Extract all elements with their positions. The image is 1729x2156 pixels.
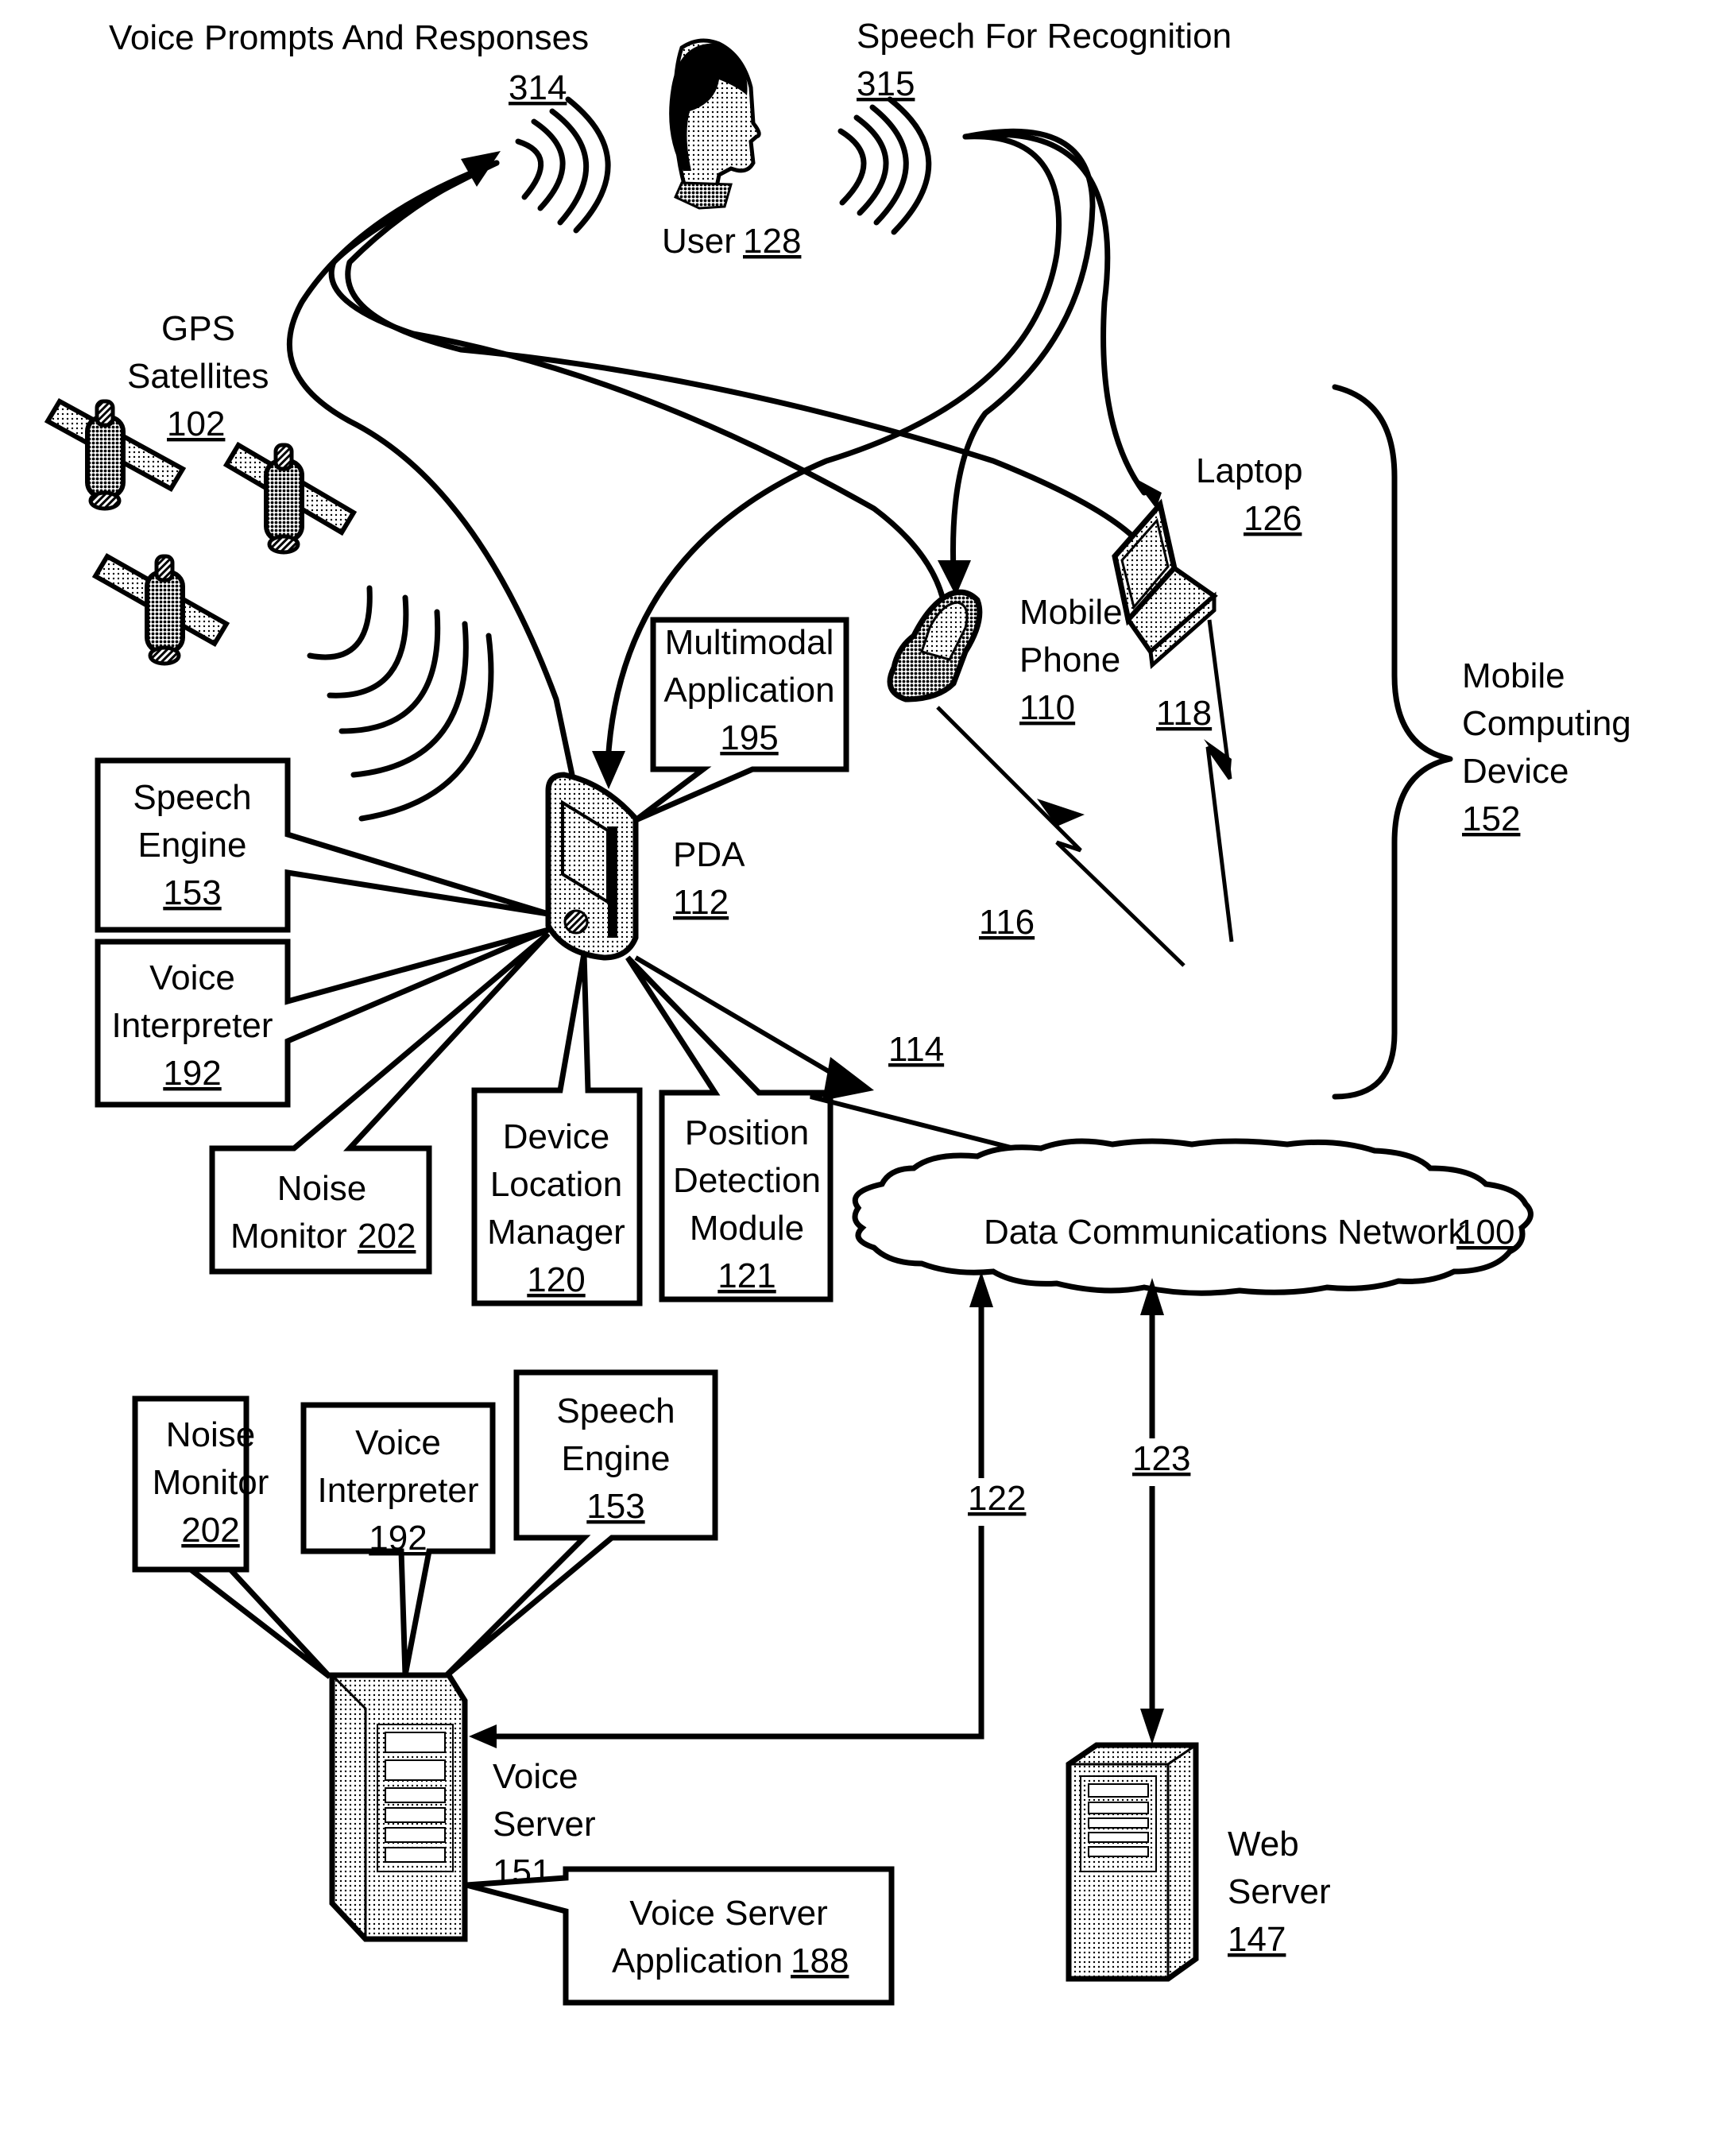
pda-voice-interpreter-callout: Voice Interpreter 192 (95, 927, 550, 1108)
srv-se-ref: 153 (586, 1487, 644, 1526)
srv-vi-line1: Voice (355, 1423, 441, 1462)
server-noise-monitor-callout: Noise Monitor 202 (132, 1395, 332, 1679)
laptop-text: Laptop (1196, 451, 1303, 490)
pda-vi-ref: 192 (163, 1054, 221, 1093)
vsa-line1: Voice Server (629, 1894, 827, 1933)
link-122-ref: 122 (968, 1479, 1026, 1518)
network-text: Data Communications Network (984, 1213, 1466, 1252)
srv-se-line2: Engine (561, 1439, 670, 1478)
srv-se-line1: Speech (556, 1392, 675, 1430)
pda-nm-line1: Noise (277, 1169, 367, 1208)
network-cloud: Data Communications Network 100 (852, 1138, 1534, 1296)
speech-waves-icon (837, 96, 932, 235)
link-118-ref: 118 (1156, 694, 1212, 733)
laptop-label: Laptop 126 (1196, 451, 1303, 538)
speech-recognition-text: Speech For Recognition (857, 17, 1232, 56)
user-head-icon (669, 38, 761, 210)
multimodal-line1: Multimodal (665, 623, 834, 662)
voice-prompts-label: Voice Prompts And Responses 314 (109, 18, 589, 107)
gps-ref: 102 (167, 404, 225, 443)
mobile-phone-icon (887, 589, 983, 703)
link-116-ref: 116 (979, 903, 1035, 942)
voice-prompts-text: Voice Prompts And Responses (109, 18, 589, 57)
pda-vi-line2: Interpreter (112, 1006, 273, 1045)
pda-ref: 112 (673, 883, 729, 922)
web-server-label: Web Server 147 (1228, 1825, 1331, 1959)
web-server-ref: 147 (1228, 1920, 1286, 1959)
mobile-computing-brace (1332, 384, 1453, 1100)
mobile-phone-line1: Mobile (1019, 593, 1123, 632)
gps-text-line1: GPS (161, 309, 235, 348)
web-server-icon (1066, 1742, 1199, 1982)
mcd-ref: 152 (1462, 799, 1520, 838)
mobile-phone-ref: 110 (1019, 688, 1075, 727)
link-123-ref: 123 (1132, 1439, 1190, 1478)
dlm-line2: Location (490, 1165, 622, 1204)
srv-nm-ref: 202 (181, 1511, 239, 1550)
pda-text: PDA (673, 835, 745, 874)
srv-nm-line2: Monitor (153, 1463, 269, 1502)
multimodal-ref: 195 (720, 718, 778, 757)
pda-nm-ref: 202 (358, 1217, 416, 1256)
gps-text-line2: Satellites (127, 357, 269, 396)
voice-prompts-waves-icon (515, 96, 611, 234)
mobile-phone-line2: Phone (1019, 641, 1120, 679)
laptop-wireless-link: 118 (1156, 619, 1234, 943)
pdm-line2: Detection (673, 1161, 821, 1200)
multimodal-app-callout: Multimodal Application 195 (633, 617, 849, 823)
gps-label: GPS Satellites 102 (127, 309, 269, 443)
web-server-line2: Server (1228, 1872, 1331, 1911)
multimodal-line2: Application (663, 671, 834, 710)
mcd-line1: Mobile (1462, 656, 1565, 695)
pda-label: PDA 112 (673, 835, 745, 922)
network-ref: 100 (1456, 1213, 1514, 1252)
mobile-phone-label: Mobile Phone 110 (1019, 593, 1123, 727)
satellite-icon (91, 552, 230, 666)
satellite-icon (222, 441, 358, 555)
voice-server-app-callout: Voice Server Application 188 (466, 1866, 895, 2006)
pdm-line3: Module (690, 1209, 804, 1248)
system-diagram: Voice Prompts And Responses 314 Speech F… (44, 17, 1631, 2006)
srv-nm-line1: Noise (166, 1415, 256, 1454)
pda-nm-line2: Monitor (230, 1217, 347, 1256)
vsa-ref: 188 (791, 1941, 849, 1980)
phone-wireless-link: 116 (936, 706, 1186, 967)
user-label: User 128 (662, 222, 801, 261)
speech-recognition-label: Speech For Recognition 315 (857, 17, 1232, 103)
srv-vi-ref: 192 (369, 1519, 427, 1558)
dlm-ref: 120 (527, 1260, 585, 1299)
laptop-ref: 126 (1244, 499, 1302, 538)
voice-server-icon (329, 1672, 468, 1942)
web-server-line1: Web (1228, 1825, 1299, 1864)
dlm-line3: Manager (487, 1213, 625, 1252)
speech-recognition-ref: 315 (857, 64, 915, 103)
pdm-line1: Position (685, 1113, 810, 1152)
voice-prompts-ref: 314 (509, 68, 567, 107)
mobile-computing-label: Mobile Computing Device 152 (1462, 656, 1631, 838)
vsa-line2: Application (612, 1941, 783, 1980)
pda-icon (545, 772, 639, 961)
pda-se-line1: Speech (133, 778, 251, 817)
laptop-icon (1112, 498, 1218, 670)
dlm-line1: Device (503, 1117, 610, 1156)
mcd-line2: Computing (1462, 704, 1631, 743)
gps-signal-waves-icon (307, 585, 494, 822)
device-location-manager-callout: Device Location Manager 120 (471, 953, 643, 1306)
voice-server-line1: Voice (493, 1757, 578, 1796)
voice-server-line2: Server (493, 1805, 596, 1844)
web-server-link: 123 (1128, 1278, 1190, 1744)
pda-se-ref: 153 (163, 873, 221, 912)
user-text: User (662, 222, 736, 261)
pdm-ref: 121 (718, 1256, 776, 1295)
link-114-ref: 114 (888, 1030, 944, 1069)
mcd-line3: Device (1462, 752, 1569, 791)
srv-vi-line2: Interpreter (318, 1471, 479, 1510)
pda-speech-engine-callout: Speech Engine 153 (95, 757, 550, 933)
pda-se-line2: Engine (137, 826, 246, 865)
position-detection-callout: Position Detection Module 121 (625, 955, 834, 1303)
pda-vi-line1: Voice (149, 958, 235, 997)
server-voice-interpreter-callout: Voice Interpreter 192 (300, 1402, 496, 1676)
satellite-icon (44, 397, 187, 511)
user-ref: 128 (743, 222, 801, 261)
